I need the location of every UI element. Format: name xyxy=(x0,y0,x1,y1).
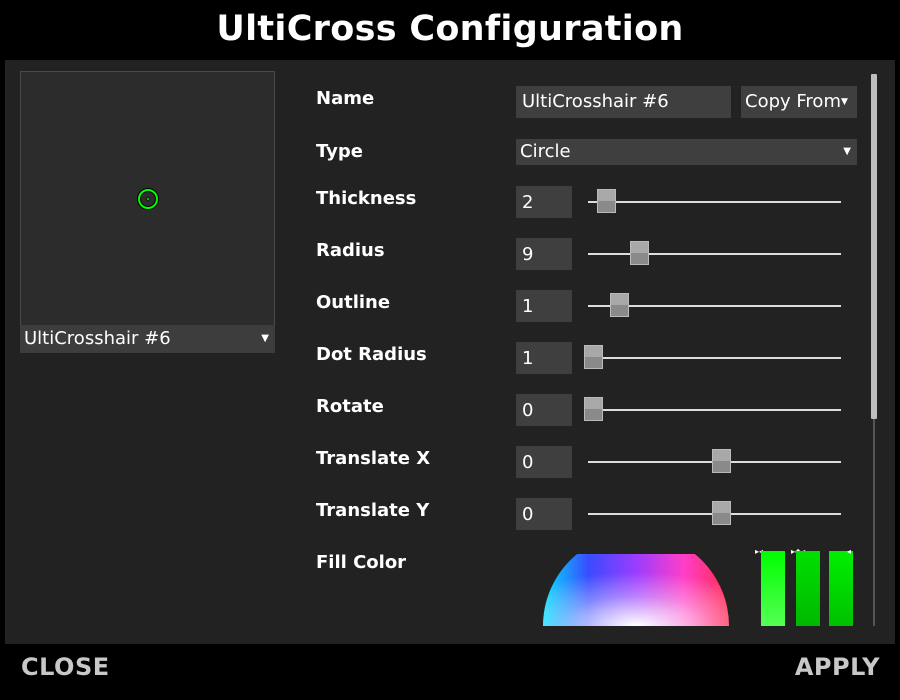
type-label: Type xyxy=(316,141,363,162)
color-channel-bar-1[interactable] xyxy=(761,551,785,626)
translate-x-label: Translate X xyxy=(316,448,431,469)
crosshair-preview-graphic xyxy=(137,188,159,210)
chevron-down-icon: ▼ xyxy=(261,333,269,344)
fill-color-label: Fill Color xyxy=(316,552,407,573)
translate-y-input[interactable]: 0 xyxy=(516,498,572,530)
outline-label: Outline xyxy=(316,292,391,313)
radius-input[interactable]: 9 xyxy=(516,238,572,270)
ulticross-config-window: UltiCross Configuration UltiCrosshair #6… xyxy=(0,0,900,700)
dot-radius-label: Dot Radius xyxy=(316,344,427,365)
translate-y-label: Translate Y xyxy=(316,500,430,521)
rotate-slider-track[interactable] xyxy=(588,409,841,411)
config-panel: UltiCrosshair #6 ▼ Name Type Thickness R… xyxy=(5,60,895,644)
type-value: Circle xyxy=(520,141,571,162)
fill-color-wheel[interactable] xyxy=(541,554,731,626)
translate-x-input[interactable]: 0 xyxy=(516,446,572,478)
outline-input[interactable]: 1 xyxy=(516,290,572,322)
rotate-label: Rotate xyxy=(316,396,384,417)
thickness-label: Thickness xyxy=(316,188,417,209)
translate-x-slider-thumb[interactable] xyxy=(711,449,731,473)
outline-slider-thumb[interactable] xyxy=(609,293,629,317)
dot-radius-input[interactable]: 1 xyxy=(516,342,572,374)
radius-slider-thumb[interactable] xyxy=(629,241,649,265)
name-label: Name xyxy=(316,88,375,109)
rotate-input[interactable]: 0 xyxy=(516,394,572,426)
thickness-slider-thumb[interactable] xyxy=(596,189,616,213)
chevron-down-icon: ▼ xyxy=(840,97,848,107)
name-input[interactable]: UltiCrosshair #6 xyxy=(516,86,731,118)
color-channel-bar-3[interactable] xyxy=(829,551,853,626)
rotate-slider-thumb[interactable] xyxy=(584,397,603,421)
copy-from-label: Copy From xyxy=(745,91,841,112)
crosshair-preview xyxy=(20,71,275,326)
color-channel-bar-2[interactable] xyxy=(796,551,820,626)
preset-select[interactable]: UltiCrosshair #6 ▼ xyxy=(20,325,275,353)
radius-slider-track[interactable] xyxy=(588,253,841,255)
chevron-down-icon: ▼ xyxy=(843,146,851,157)
channel-b-marker-icon: ◂ xyxy=(847,547,852,556)
thickness-slider-track[interactable] xyxy=(588,201,841,203)
close-button[interactable]: CLOSE xyxy=(21,652,110,682)
dot-radius-slider-track[interactable] xyxy=(588,357,841,359)
radius-label: Radius xyxy=(316,240,385,261)
translate-y-slider-thumb[interactable] xyxy=(711,501,731,525)
scrollbar-thumb[interactable] xyxy=(871,74,877,419)
copy-from-dropdown[interactable]: Copy From▼ xyxy=(741,86,857,118)
dot-radius-slider-thumb[interactable] xyxy=(584,345,603,369)
preset-select-value: UltiCrosshair #6 xyxy=(24,328,171,349)
thickness-input[interactable]: 2 xyxy=(516,186,572,218)
type-dropdown[interactable]: Circle ▼ xyxy=(516,139,857,165)
window-title: UltiCross Configuration xyxy=(216,9,684,49)
apply-button[interactable]: APPLY xyxy=(795,652,880,682)
